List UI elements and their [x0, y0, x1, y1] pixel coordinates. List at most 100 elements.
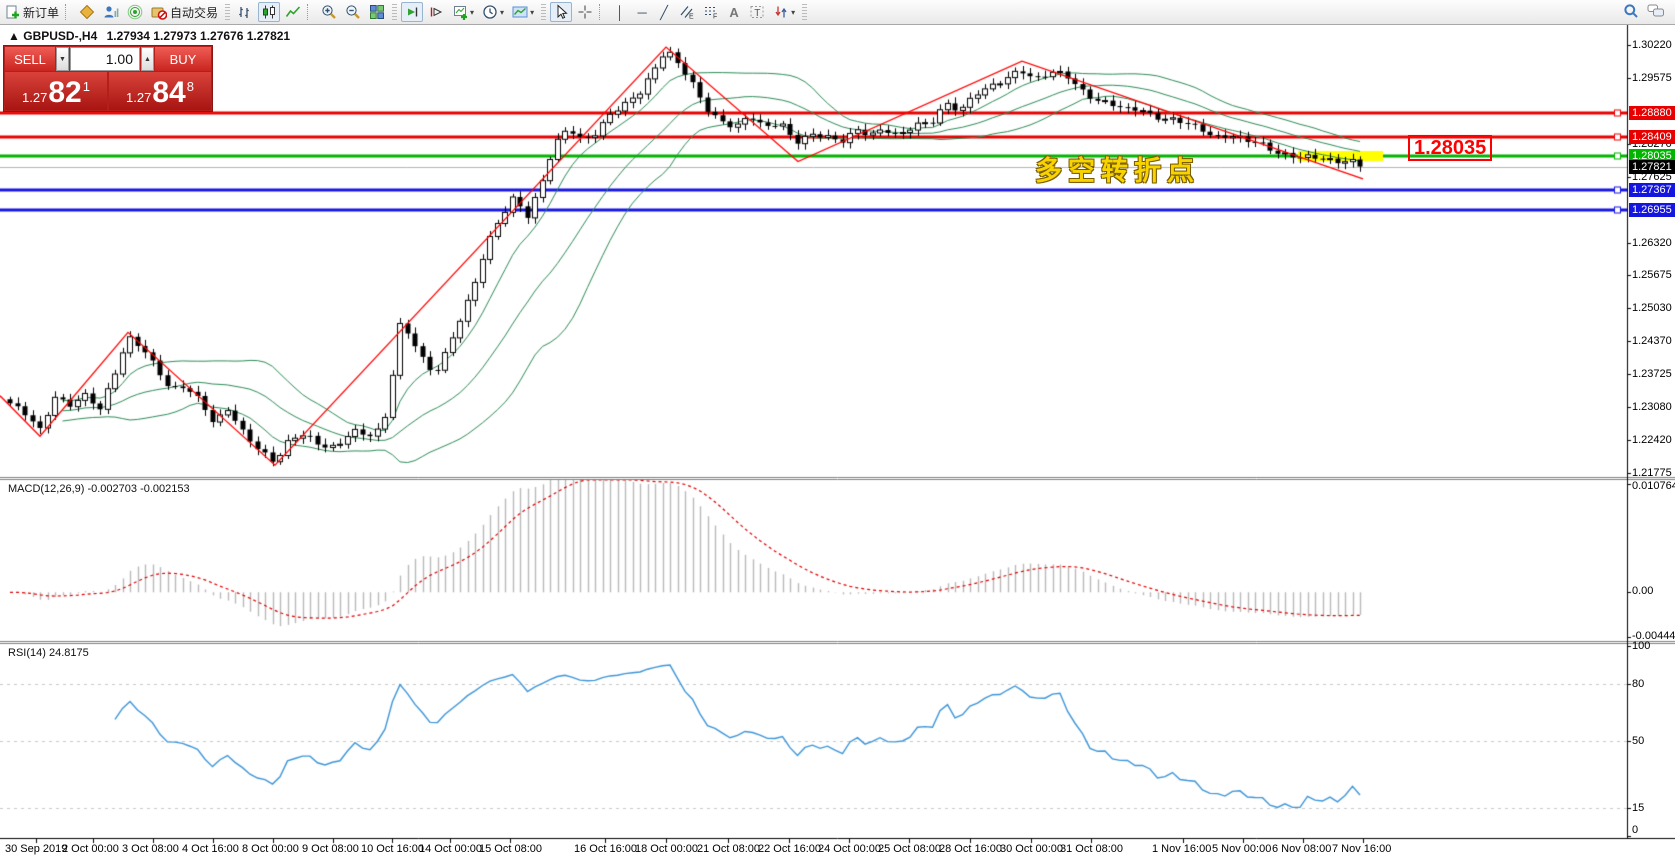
volume-decrease-button[interactable]: ▼: [56, 47, 69, 71]
rsi-axis-tick: 15: [1632, 801, 1645, 814]
community-button[interactable]: [100, 2, 122, 22]
buy-button[interactable]: BUY: [155, 47, 211, 71]
diamond-icon: [79, 4, 95, 20]
price-axis-tick: 1.25030: [1632, 302, 1672, 315]
one-click-trading-panel: SELL ▼ 1.00 ▲ BUY 1.27 82 1 1.27 84 8: [3, 45, 213, 112]
time-axis-label: 14 Oct 00:00: [419, 843, 482, 855]
level-price-chip: 1.26955: [1629, 203, 1675, 218]
volume-increase-button[interactable]: ▲: [141, 47, 154, 71]
time-axis-label: 18 Oct 00:00: [635, 843, 698, 855]
dropdown-arrow-icon: ▾: [470, 7, 475, 17]
toolbar-gripper: [392, 4, 398, 20]
new-chart-icon: [454, 6, 468, 20]
crosshair-tool-button[interactable]: [574, 2, 596, 22]
time-axis-label: 1 Nov 16:00: [1152, 843, 1212, 855]
auto-scroll-button[interactable]: [401, 2, 424, 22]
periods-button[interactable]: ▾: [479, 2, 507, 22]
rsi-axis-tick: 80: [1632, 678, 1645, 690]
new-order-icon: [6, 5, 19, 19]
price-callout-label[interactable]: 1.28035: [1408, 135, 1493, 161]
cursor-tool-button[interactable]: [550, 2, 573, 22]
time-axis-label: 6 Nov 08:00: [1272, 843, 1332, 855]
candlestick-chart-type-button[interactable]: [258, 2, 281, 22]
arrows-tool-button[interactable]: ▾: [770, 2, 798, 22]
level-price-chip: 1.28880: [1629, 105, 1675, 120]
tile-windows-button[interactable]: [366, 2, 388, 22]
bar-chart-type-button[interactable]: [234, 2, 256, 22]
time-axis-label: 31 Oct 08:00: [1060, 843, 1123, 855]
sell-price-button[interactable]: 1.27 82 1: [5, 72, 107, 110]
toolbar-gripper: [225, 4, 231, 20]
separator: [65, 4, 73, 20]
separator: [307, 4, 315, 20]
horizontal-line-icon: ─: [637, 4, 647, 20]
chat-icon: [1647, 4, 1664, 17]
signals-button[interactable]: [124, 2, 146, 22]
new-chart-button[interactable]: ▾: [449, 2, 477, 22]
price-chart-canvas[interactable]: [0, 0, 1675, 857]
autotrading-button[interactable]: 自动交易: [148, 2, 221, 22]
cursor-icon: [557, 4, 568, 19]
new-order-label: 新订单: [23, 5, 60, 20]
price-axis-tick: 1.26320: [1632, 236, 1672, 249]
text-tool-button[interactable]: A: [724, 2, 744, 22]
price-axis-tick: 1.21775: [1632, 467, 1672, 479]
line-chart-icon: [285, 6, 301, 17]
market-button[interactable]: [76, 2, 98, 22]
time-axis-label: 15 Oct 08:00: [479, 843, 542, 855]
volume-input[interactable]: 1.00: [70, 47, 140, 71]
svg-text:E: E: [689, 14, 694, 21]
vertical-line-icon: │: [616, 4, 625, 20]
chart-header: ▲ GBPUSD-,H4 1.27934 1.27973 1.27676 1.2…: [8, 29, 290, 43]
crosshair-icon: [578, 5, 592, 19]
time-axis-label: 2 Oct 00:00: [62, 843, 119, 855]
label-tool-button[interactable]: T: [746, 2, 768, 22]
toolbar-right-group: [1619, 1, 1669, 21]
price-axis-tick: 1.30220: [1632, 39, 1672, 51]
trendline-icon: ╱: [660, 4, 668, 20]
chat-button[interactable]: [1644, 1, 1668, 21]
person-chart-icon: [104, 6, 119, 18]
time-axis-label: 7 Nov 16:00: [1332, 843, 1392, 855]
sell-price-base: 1.27: [22, 90, 48, 105]
new-order-button[interactable]: 新订单: [1, 2, 62, 22]
chart-symbol-period: GBPUSD-,H4: [23, 29, 98, 43]
horizontal-line-tool-button[interactable]: ─: [632, 2, 652, 22]
chart-shift-button[interactable]: [425, 2, 447, 22]
zoom-out-button[interactable]: [342, 2, 364, 22]
auto-scroll-icon: [408, 7, 418, 17]
time-axis-label: 24 Oct 00:00: [818, 843, 881, 855]
buy-price-point: 8: [186, 79, 194, 94]
time-axis-label: 5 Nov 00:00: [1212, 843, 1272, 855]
vertical-line-tool-button[interactable]: │: [610, 2, 630, 22]
buy-price-pips: 84: [152, 76, 186, 109]
rsi-axis-tick: 50: [1632, 735, 1645, 747]
toolbar-gripper: [802, 4, 808, 20]
text-icon: A: [729, 4, 739, 20]
buy-price-button[interactable]: 1.27 84 8: [109, 72, 211, 110]
chart-ohlc-values: 1.27934 1.27973 1.27676 1.27821: [106, 29, 291, 43]
svg-text:T: T: [754, 8, 760, 19]
turning-point-annotation[interactable]: 多空转折点: [1035, 149, 1200, 188]
trendline-tool-button[interactable]: ╱: [654, 2, 674, 22]
toolbar-gripper: [541, 4, 547, 20]
level-price-chip: 1.28409: [1629, 129, 1675, 144]
zoom-out-icon: [346, 5, 360, 19]
terminal-window: 新订单 自动交易 ▾ ▾ ▾ │ ─ ╱ E F A T ▾ ▲ GBPUSD-…: [0, 0, 1675, 857]
line-chart-type-button[interactable]: [282, 2, 304, 22]
search-button[interactable]: [1620, 1, 1642, 21]
zoom-in-button[interactable]: [318, 2, 340, 22]
dropdown-arrow-icon: ▾: [791, 7, 796, 17]
sell-button[interactable]: SELL: [5, 47, 55, 71]
fibonacci-icon: F: [705, 7, 717, 21]
fibonacci-tool-button[interactable]: F: [700, 2, 722, 22]
bar-chart-icon: [239, 7, 249, 18]
svg-text:F: F: [713, 14, 717, 21]
time-axis-label: 21 Oct 08:00: [697, 843, 760, 855]
time-axis-label: 16 Oct 16:00: [574, 843, 637, 855]
time-axis-label: 8 Oct 00:00: [242, 843, 299, 855]
price-axis-tick: 1.25675: [1632, 269, 1672, 282]
clock-icon: [483, 5, 497, 19]
templates-button[interactable]: ▾: [509, 2, 537, 22]
channel-tool-button[interactable]: E: [676, 2, 698, 22]
